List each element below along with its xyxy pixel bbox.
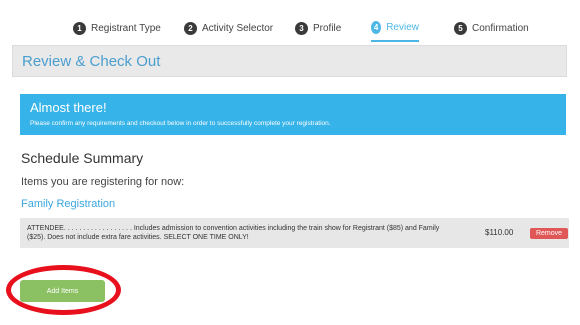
- step-number: 1: [73, 21, 86, 35]
- step-label: Confirmation: [472, 22, 529, 34]
- step-review[interactable]: 4 Review: [371, 14, 419, 42]
- item-description: ATTENDEE. . . . . . . . . . . . . . . . …: [27, 225, 440, 241]
- step-label: Activity Selector: [202, 22, 274, 34]
- step-label: Review: [386, 21, 419, 33]
- add-items-button[interactable]: Add Items: [20, 280, 105, 302]
- alert-text: Please confirm any requirements and chec…: [30, 120, 331, 127]
- alert-title: Almost there!: [30, 100, 107, 115]
- step-activity-selector[interactable]: 2 Activity Selector: [184, 14, 273, 42]
- page-header: Review & Check Out: [12, 45, 567, 77]
- family-registration-link[interactable]: Family Registration: [21, 198, 115, 210]
- remove-button[interactable]: Remove: [530, 228, 568, 239]
- step-confirmation[interactable]: 5 Confirmation: [454, 14, 529, 42]
- step-number: 4: [371, 20, 382, 34]
- step-number: 2: [184, 21, 197, 35]
- step-number: 3: [295, 21, 308, 35]
- schedule-summary-title: Schedule Summary: [21, 150, 144, 166]
- step-label: Profile: [313, 22, 342, 34]
- page-title: Review & Check Out: [22, 52, 161, 70]
- step-number: 5: [454, 21, 467, 35]
- step-label: Registrant Type: [91, 22, 161, 34]
- info-alert: Almost there! Please confirm any require…: [20, 94, 566, 135]
- item-price: $110.00: [485, 228, 514, 237]
- items-label: Items you are registering for now:: [21, 176, 185, 188]
- cart-item-row: ATTENDEE. . . . . . . . . . . . . . . . …: [20, 218, 569, 248]
- step-profile[interactable]: 3 Profile: [295, 14, 341, 42]
- step-registrant-type[interactable]: 1 Registrant Type: [73, 14, 161, 42]
- registration-stepper: 1 Registrant Type 2 Activity Selector 3 …: [0, 14, 580, 44]
